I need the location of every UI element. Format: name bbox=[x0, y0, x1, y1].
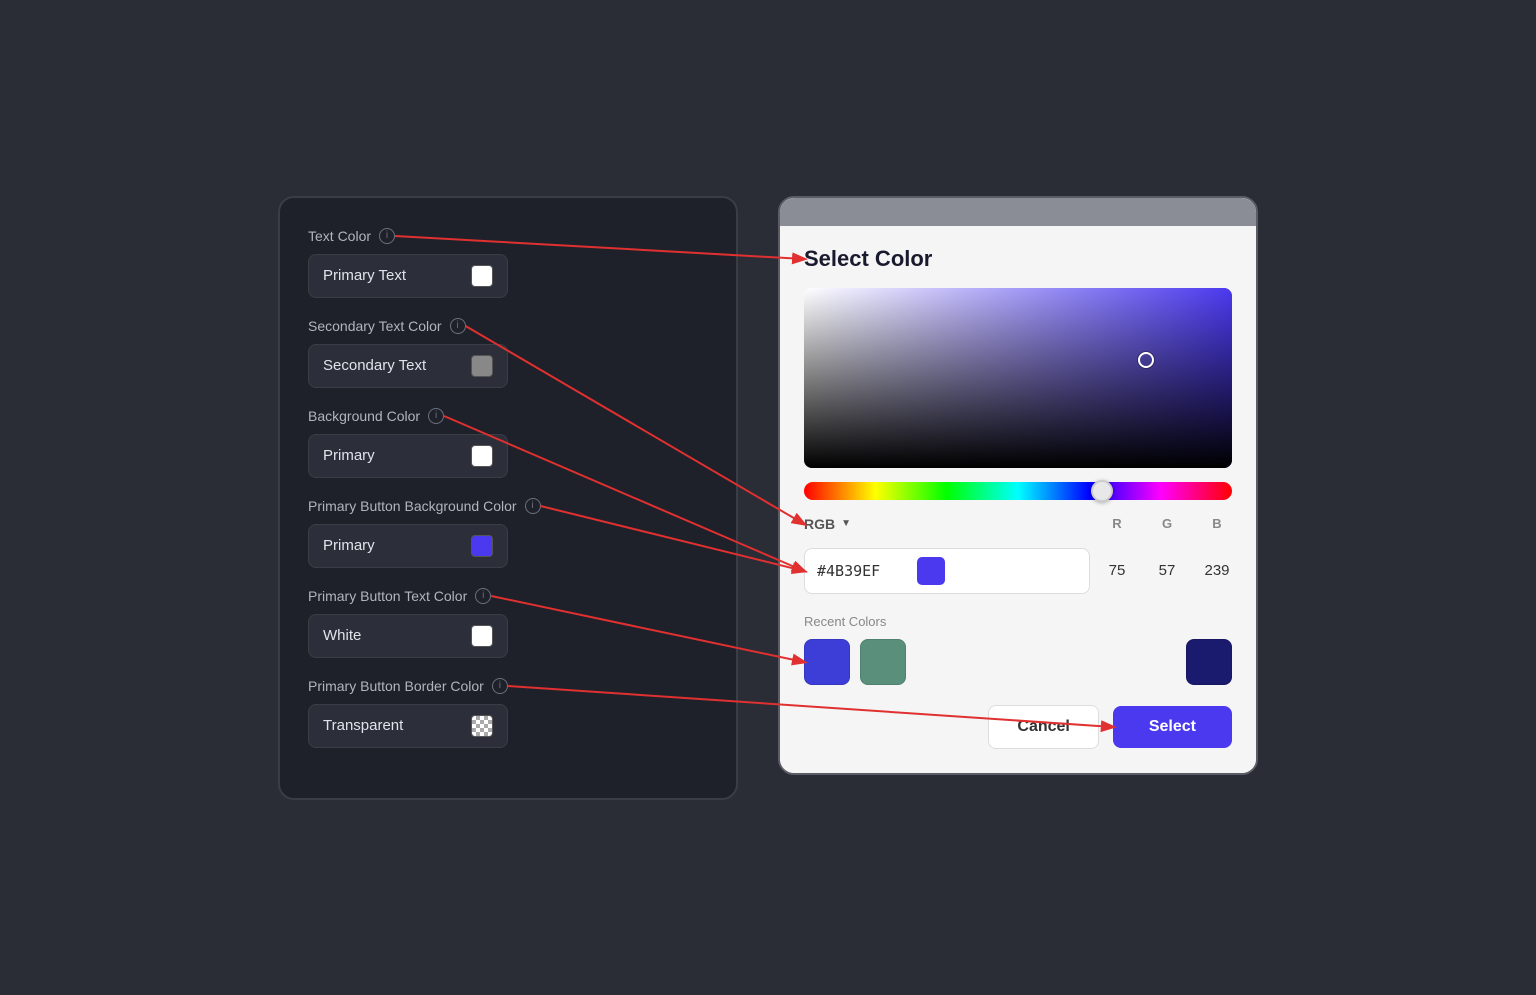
b-label: B bbox=[1202, 516, 1232, 531]
rgb-values: 75 57 239 bbox=[1102, 562, 1232, 579]
primary-button-text-section: Primary Button Text Color i White bbox=[308, 588, 708, 658]
gradient-inner bbox=[804, 288, 1232, 468]
r-label: R bbox=[1102, 516, 1132, 531]
select-button[interactable]: Select bbox=[1113, 706, 1232, 748]
recent-color-2[interactable] bbox=[860, 639, 906, 685]
text-color-section: Text Color i Primary Text bbox=[308, 228, 708, 298]
gradient-cursor[interactable] bbox=[1138, 352, 1154, 368]
secondary-text-color-label: Secondary Text Color i bbox=[308, 318, 708, 334]
hue-slider-thumb[interactable] bbox=[1091, 480, 1113, 502]
background-info-icon[interactable]: i bbox=[428, 408, 444, 424]
panel-header-bar bbox=[780, 198, 1256, 226]
primary-text-button[interactable]: Primary Text bbox=[308, 254, 508, 298]
primary-button-border-section: Primary Button Border Color i Transparen… bbox=[308, 678, 708, 748]
primary-button-border-label: Primary Button Border Color i bbox=[308, 678, 708, 694]
secondary-text-info-icon[interactable]: i bbox=[450, 318, 466, 334]
select-color-title: Select Color bbox=[804, 246, 1232, 272]
recent-colors-row bbox=[804, 639, 1232, 685]
rgb-labels: R G B bbox=[1102, 516, 1232, 531]
hue-slider-container bbox=[804, 482, 1232, 500]
secondary-text-swatch bbox=[471, 355, 493, 377]
hex-swatch bbox=[917, 557, 945, 585]
g-value: 57 bbox=[1152, 562, 1182, 579]
primary-button-bg-label: Primary Button Background Color i bbox=[308, 498, 708, 514]
primary-button-bg-swatch bbox=[471, 535, 493, 557]
rgb-mode-row: RGB ▼ R G B bbox=[804, 516, 1232, 532]
secondary-text-button[interactable]: Secondary Text bbox=[308, 344, 508, 388]
left-panel: Text Color i Primary Text Secondary Text… bbox=[278, 196, 738, 800]
b-value: 239 bbox=[1202, 562, 1232, 579]
color-gradient-canvas[interactable] bbox=[804, 288, 1232, 468]
hue-slider-track[interactable] bbox=[804, 482, 1232, 500]
primary-button-text-info-icon[interactable]: i bbox=[475, 588, 491, 604]
primary-button-text-swatch bbox=[471, 625, 493, 647]
primary-button-border-button[interactable]: Transparent bbox=[308, 704, 508, 748]
primary-button-bg-button[interactable]: Primary bbox=[308, 524, 508, 568]
text-color-label: Text Color i bbox=[308, 228, 708, 244]
primary-button-text-label: Primary Button Text Color i bbox=[308, 588, 708, 604]
recent-colors-label: Recent Colors bbox=[804, 614, 1232, 629]
primary-button-bg-info-icon[interactable]: i bbox=[525, 498, 541, 514]
secondary-text-color-section: Secondary Text Color i Secondary Text bbox=[308, 318, 708, 388]
primary-button-text-button[interactable]: White bbox=[308, 614, 508, 658]
recent-color-1[interactable] bbox=[804, 639, 850, 685]
text-color-info-icon[interactable]: i bbox=[379, 228, 395, 244]
g-label: G bbox=[1152, 516, 1182, 531]
recent-color-3[interactable] bbox=[1186, 639, 1232, 685]
hex-rgb-row: 75 57 239 bbox=[804, 548, 1232, 594]
background-color-label: Background Color i bbox=[308, 408, 708, 424]
background-color-button[interactable]: Primary bbox=[308, 434, 508, 478]
primary-button-border-info-icon[interactable]: i bbox=[492, 678, 508, 694]
rgb-mode-label: RGB bbox=[804, 516, 835, 532]
action-row: Cancel Select bbox=[804, 705, 1232, 749]
primary-button-bg-section: Primary Button Background Color i Primar… bbox=[308, 498, 708, 568]
primary-text-swatch bbox=[471, 265, 493, 287]
chevron-down-icon: ▼ bbox=[841, 518, 851, 529]
r-value: 75 bbox=[1102, 562, 1132, 579]
background-color-section: Background Color i Primary bbox=[308, 408, 708, 478]
rgb-mode-select[interactable]: RGB ▼ bbox=[804, 516, 851, 532]
color-picker-panel: Select Color RGB ▼ R bbox=[778, 196, 1258, 775]
primary-button-border-swatch bbox=[471, 715, 493, 737]
hex-input-wrapper bbox=[804, 548, 1090, 594]
color-picker-content: Select Color RGB ▼ R bbox=[780, 226, 1256, 773]
cancel-button[interactable]: Cancel bbox=[988, 705, 1098, 749]
hex-input[interactable] bbox=[817, 562, 907, 580]
background-swatch bbox=[471, 445, 493, 467]
